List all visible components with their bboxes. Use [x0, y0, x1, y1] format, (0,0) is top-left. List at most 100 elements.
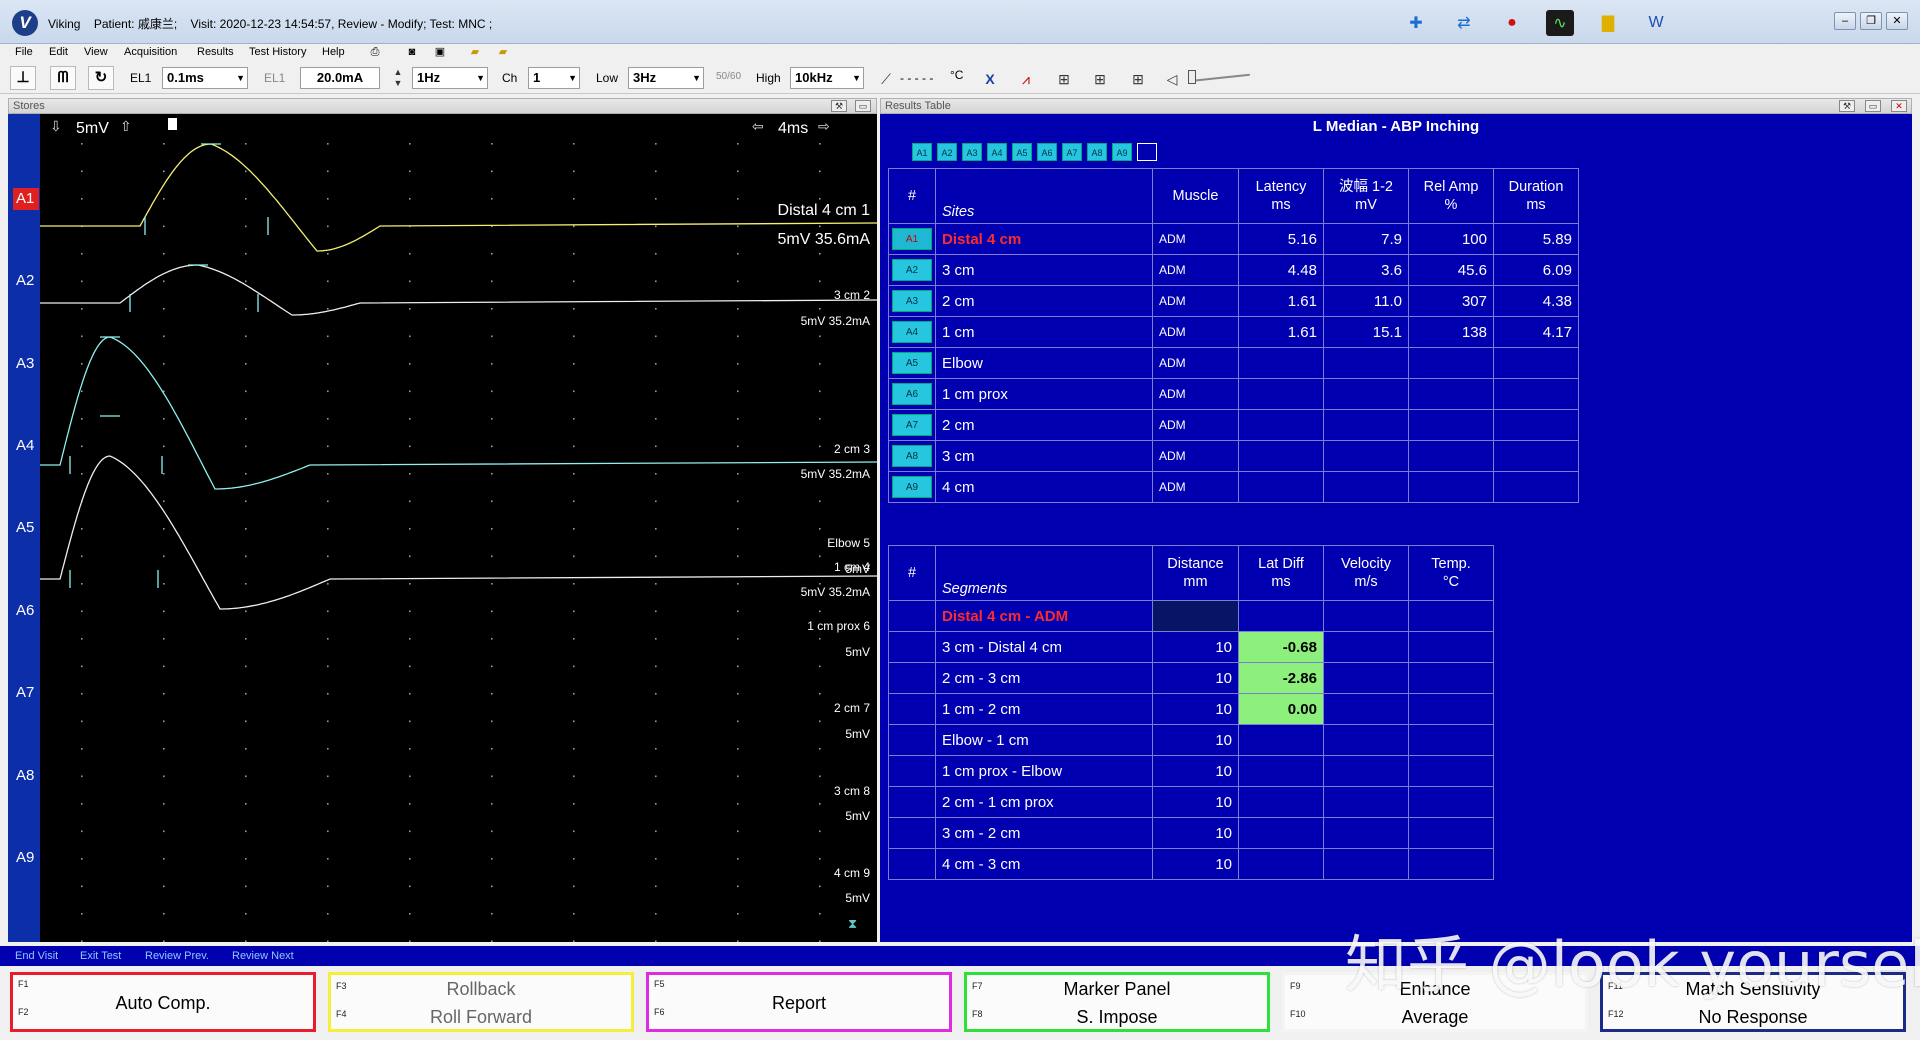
menu-acquisition[interactable]: Acquisition: [124, 46, 177, 58]
folder-icon[interactable]: ▇: [1594, 10, 1622, 36]
train-stim-button[interactable]: ᗰ: [50, 66, 76, 90]
segment-row[interactable]: 4 cm - 3 cm 10: [888, 848, 1494, 880]
site-row-chip[interactable]: A5: [892, 352, 932, 374]
review-next-link[interactable]: Review Next: [232, 950, 294, 962]
restore-icon[interactable]: ▭: [1865, 100, 1881, 112]
trace-label-a5[interactable]: A5: [13, 517, 39, 539]
waveform-canvas[interactable]: [40, 114, 877, 942]
high-filter-select[interactable]: 10kHz ▼: [790, 67, 864, 89]
menu-results[interactable]: Results: [197, 46, 234, 58]
menu-view[interactable]: View: [84, 46, 108, 58]
marker-icon[interactable]: ⩘: [1016, 70, 1036, 88]
f5-f6-report-button[interactable]: F5 F6 Report: [646, 972, 952, 1032]
site-row[interactable]: A3 2 cm ADM 1.61 11.0 307 4.38: [888, 285, 1579, 317]
grid-split-icon[interactable]: ⊞: [1090, 70, 1110, 88]
restore-button[interactable]: ❐: [1860, 12, 1882, 30]
site-row[interactable]: A1 Distal 4 cm ADM 5.16 7.9 100 5.89: [888, 223, 1579, 255]
site-row[interactable]: A7 2 cm ADM: [888, 409, 1579, 441]
site-chip-a3[interactable]: A3: [962, 143, 982, 161]
site-row-chip[interactable]: A8: [892, 445, 932, 467]
patient-transfer-icon[interactable]: ⇄: [1450, 10, 1478, 36]
print-icon[interactable]: ⎙: [366, 45, 384, 60]
site-row-chip[interactable]: A6: [892, 383, 932, 405]
cursor-x-icon[interactable]: X: [980, 70, 1000, 88]
volume-slider[interactable]: [1188, 73, 1250, 83]
timebase-select[interactable]: 0.1ms ▼: [162, 67, 248, 89]
rollback-label[interactable]: Rollback: [331, 979, 631, 1000]
site-row-chip[interactable]: A7: [892, 414, 932, 436]
site-row[interactable]: A9 4 cm ADM: [888, 471, 1579, 503]
sweep-right-icon[interactable]: ⇨: [818, 118, 830, 135]
site-chip-a6[interactable]: A6: [1037, 143, 1057, 161]
cursor-marker-icon[interactable]: [168, 118, 177, 130]
site-row-chip[interactable]: A2: [892, 259, 932, 281]
minimize-button[interactable]: –: [1834, 12, 1856, 30]
segment-row[interactable]: 3 cm - Distal 4 cm 10 -0.68: [888, 631, 1494, 663]
word-document-icon[interactable]: W: [1642, 10, 1670, 36]
trace-label-a2[interactable]: A2: [13, 270, 39, 292]
site-row-chip[interactable]: A1: [892, 228, 932, 250]
intensity-stepper-icon[interactable]: ▲ ▼: [388, 67, 408, 88]
end-visit-link[interactable]: End Visit: [15, 950, 58, 962]
close-icon[interactable]: ✕: [1891, 100, 1907, 112]
site-row-chip[interactable]: A4: [892, 321, 932, 343]
grid-icon[interactable]: ⊞: [1054, 70, 1074, 88]
camera-icon[interactable]: ◙: [403, 45, 421, 60]
site-row[interactable]: A4 1 cm ADM 1.61 15.1 138 4.17: [888, 316, 1579, 348]
monitor-icon[interactable]: ∿: [1546, 10, 1574, 36]
review-prev-link[interactable]: Review Prev.: [145, 950, 209, 962]
trace-label-a6[interactable]: A6: [13, 600, 39, 622]
segment-row-first[interactable]: Distal 4 cm - ADM: [888, 600, 1494, 632]
site-row[interactable]: A2 3 cm ADM 4.48 3.6 45.6 6.09: [888, 254, 1579, 286]
notch-filter-icon[interactable]: 50/60: [716, 71, 741, 82]
low-filter-select[interactable]: 3Hz ▼: [628, 67, 704, 89]
tool-icon[interactable]: ⚒: [831, 100, 847, 112]
tool-icon[interactable]: ⚒: [1839, 100, 1855, 112]
site-chip-empty[interactable]: [1137, 143, 1157, 161]
trace-label-a9[interactable]: A9: [13, 847, 39, 869]
site-chip-a7[interactable]: A7: [1062, 143, 1082, 161]
trace-label-a1[interactable]: A1: [13, 188, 39, 210]
f3-f4-rollback-button[interactable]: F3 F4 Rollback Roll Forward: [328, 972, 634, 1032]
site-chip-a4[interactable]: A4: [987, 143, 1007, 161]
roll-forward-label[interactable]: Roll Forward: [331, 1007, 631, 1028]
site-row-chip[interactable]: A3: [892, 290, 932, 312]
site-chip-a5[interactable]: A5: [1012, 143, 1032, 161]
waveform-trace-2[interactable]: [40, 264, 877, 316]
close-button[interactable]: ✕: [1886, 12, 1908, 30]
trace-label-a7[interactable]: A7: [13, 682, 39, 704]
video-icon[interactable]: ▣: [431, 45, 449, 60]
site-row-chip[interactable]: A9: [892, 476, 932, 498]
sweep-left-icon[interactable]: ⇦: [752, 118, 764, 135]
segment-row[interactable]: 2 cm - 3 cm 10 -2.86: [888, 662, 1494, 694]
repeat-stim-button[interactable]: ↻: [88, 66, 114, 90]
restore-icon[interactable]: ▭: [855, 100, 871, 112]
waveform-trace-4[interactable]: [40, 455, 877, 610]
sensitivity-up-icon[interactable]: ⇧: [120, 118, 132, 135]
speaker-icon[interactable]: ◁: [1162, 70, 1182, 88]
trace-label-a4[interactable]: A4: [13, 435, 39, 457]
open-folder-icon[interactable]: ▰: [466, 45, 484, 60]
s-impose-label[interactable]: S. Impose: [967, 1007, 1267, 1028]
segment-row[interactable]: 1 cm prox - Elbow 10: [888, 755, 1494, 787]
channel-select[interactable]: 1 ▼: [528, 67, 580, 89]
waveform-trace-3[interactable]: [40, 336, 877, 490]
volume-slider-handle[interactable]: [1188, 70, 1196, 84]
record-icon[interactable]: ●: [1498, 10, 1526, 36]
site-row[interactable]: A6 1 cm prox ADM: [888, 378, 1579, 410]
menu-test-history[interactable]: Test History: [249, 46, 306, 58]
no-response-label[interactable]: No Response: [1603, 1007, 1903, 1028]
exit-test-link[interactable]: Exit Test: [80, 950, 121, 962]
menu-file[interactable]: File: [15, 46, 33, 58]
rate-select[interactable]: 1Hz ▼: [412, 67, 488, 89]
sensitivity-down-icon[interactable]: ⇩: [50, 118, 62, 135]
segment-row[interactable]: 2 cm - 1 cm prox 10: [888, 786, 1494, 818]
segment-row[interactable]: 3 cm - 2 cm 10: [888, 817, 1494, 849]
trace-label-a8[interactable]: A8: [13, 765, 39, 787]
menu-help[interactable]: Help: [322, 46, 345, 58]
f7-f8-marker-panel-button[interactable]: F7 F8 Marker Panel S. Impose: [964, 972, 1270, 1032]
site-chip-a8[interactable]: A8: [1087, 143, 1107, 161]
site-chip-a9[interactable]: A9: [1112, 143, 1132, 161]
stim-intensity-field[interactable]: 20.0mA: [300, 67, 380, 89]
site-row[interactable]: A5 Elbow ADM: [888, 347, 1579, 379]
